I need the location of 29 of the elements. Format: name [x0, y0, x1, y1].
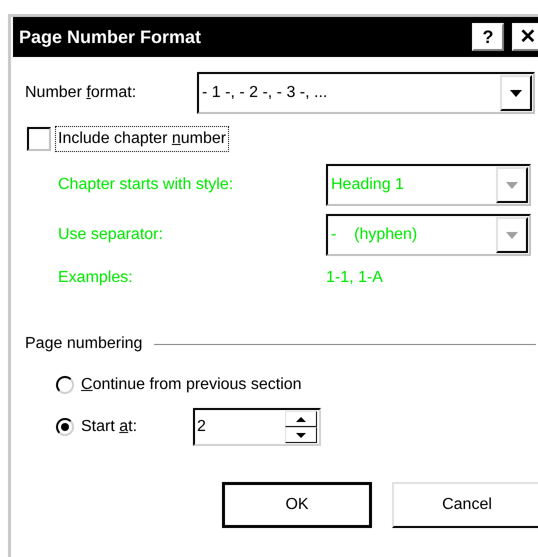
examples-value: 1-1, 1-A [326, 268, 383, 288]
checkbox[interactable] [27, 127, 51, 151]
dropdown-button[interactable] [496, 167, 528, 203]
radio-label[interactable]: Start at: [81, 415, 191, 439]
dropdown-arrow-icon [506, 182, 518, 188]
down-arrow-icon [296, 432, 306, 438]
dropdown-button[interactable] [500, 75, 532, 111]
dropdown-arrow-icon [506, 232, 518, 238]
spin-down-button[interactable] [285, 427, 317, 443]
spin-field[interactable]: 2 [193, 408, 321, 446]
examples-label: Examples: [58, 268, 134, 288]
group-title: Page numbering [25, 334, 144, 354]
window-title: Page Number Format [19, 26, 202, 49]
field-label: Use separator: [58, 225, 164, 245]
dropdown-button[interactable] [496, 217, 528, 253]
radio-label[interactable]: Continue from previous section [81, 373, 302, 397]
dropdown-arrow-icon [510, 90, 522, 96]
checkbox-label[interactable]: Include chapter number [55, 126, 230, 152]
up-arrow-icon [296, 416, 306, 422]
radio-button[interactable] [56, 418, 74, 436]
dropdown-field[interactable]: - 1 -, - 2 -, - 3 -, ... [197, 72, 535, 114]
field-label: Chapter starts with style: [58, 175, 234, 195]
number-format-label: Number format: [25, 83, 138, 103]
ok-button[interactable]: OK [222, 482, 372, 528]
spin-up-button[interactable] [285, 411, 317, 427]
help-button[interactable]: ? [472, 23, 504, 51]
close-button[interactable]: ✕ [512, 23, 538, 51]
radio-button[interactable] [56, 376, 74, 394]
cancel-button[interactable]: Cancel [392, 482, 538, 528]
